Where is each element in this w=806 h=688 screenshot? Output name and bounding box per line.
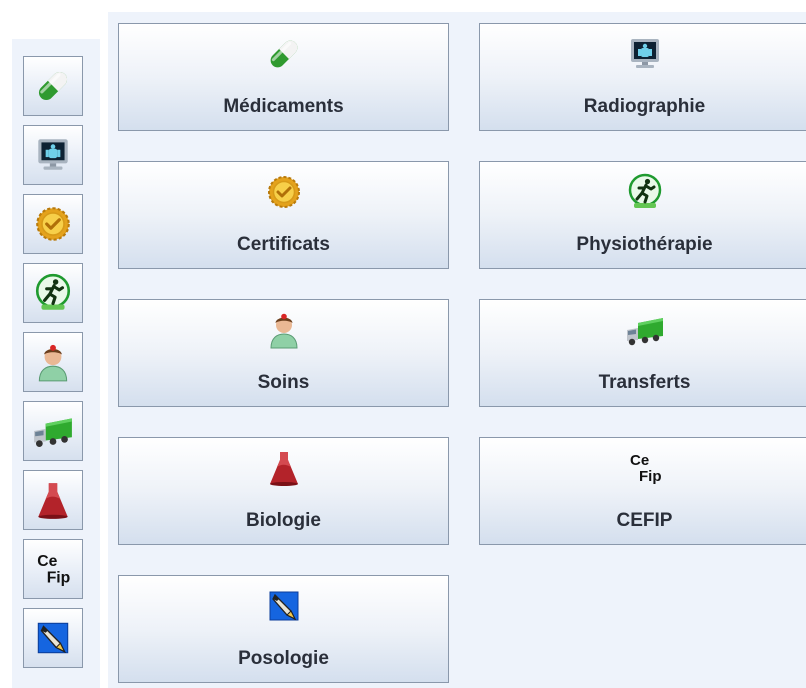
tile-soins[interactable]: Soins: [118, 299, 449, 407]
tile-label: Soins: [257, 372, 310, 393]
svg-text:Ce: Ce: [630, 452, 649, 469]
tile-transferts[interactable]: Transferts: [479, 299, 806, 407]
flask-icon: [264, 448, 304, 488]
certificate-seal-icon: [264, 172, 304, 212]
nurse-icon: [32, 341, 74, 383]
capsule-icon: [264, 34, 304, 74]
sidebar-button-posologie[interactable]: [23, 608, 83, 668]
truck-icon: [32, 410, 74, 452]
svg-text:Fip: Fip: [47, 570, 71, 587]
flask-icon: [32, 479, 74, 521]
sidebar-button-soins[interactable]: [23, 332, 83, 392]
app-window: Ce Fip Médicaments Radiographie Certific…: [0, 0, 806, 688]
sidebar-button-cefip[interactable]: Ce Fip: [23, 539, 83, 599]
sidebar-button-physiotherapie[interactable]: [23, 263, 83, 323]
sidebar-button-biologie[interactable]: [23, 470, 83, 530]
xray-monitor-icon: [625, 34, 665, 74]
tile-label: Transferts: [598, 372, 691, 393]
cefip-icon: Ce Fip: [32, 548, 74, 590]
nurse-icon: [264, 310, 304, 350]
tile-certificats[interactable]: Certificats: [118, 161, 449, 269]
sidebar-button-certificats[interactable]: [23, 194, 83, 254]
certificate-seal-icon: [32, 203, 74, 245]
tile-label: Biologie: [246, 510, 321, 531]
tile-radiographie[interactable]: Radiographie: [479, 23, 806, 131]
tile-posologie[interactable]: Posologie: [118, 575, 449, 683]
tile-label: Radiographie: [583, 96, 706, 117]
tile-cefip[interactable]: Ce Fip CEFIP: [479, 437, 806, 545]
main-panel: Médicaments Radiographie Certificats Phy…: [108, 12, 806, 688]
tile-label: CEFIP: [616, 510, 673, 531]
tile-label: Physiothérapie: [576, 234, 713, 255]
sidebar-button-transferts[interactable]: [23, 401, 83, 461]
truck-icon: [625, 310, 665, 350]
xray-monitor-icon: [32, 134, 74, 176]
cefip-icon: Ce Fip: [625, 448, 665, 488]
pen-icon: [32, 617, 74, 659]
tile-medicaments[interactable]: Médicaments: [118, 23, 449, 131]
sidebar-button-medicaments[interactable]: [23, 56, 83, 116]
pen-icon: [264, 586, 304, 626]
tile-biologie[interactable]: Biologie: [118, 437, 449, 545]
sidebar: Ce Fip: [12, 39, 100, 688]
tile-label: Certificats: [237, 234, 330, 255]
tile-label: Médicaments: [223, 96, 344, 117]
running-man-icon: [32, 272, 74, 314]
tile-label: Posologie: [238, 648, 329, 669]
capsule-icon: [32, 65, 74, 107]
svg-text:Fip: Fip: [639, 468, 662, 485]
svg-text:Ce: Ce: [37, 553, 57, 570]
sidebar-button-radiographie[interactable]: [23, 125, 83, 185]
running-man-icon: [625, 172, 665, 212]
tile-physiotherapie[interactable]: Physiothérapie: [479, 161, 806, 269]
